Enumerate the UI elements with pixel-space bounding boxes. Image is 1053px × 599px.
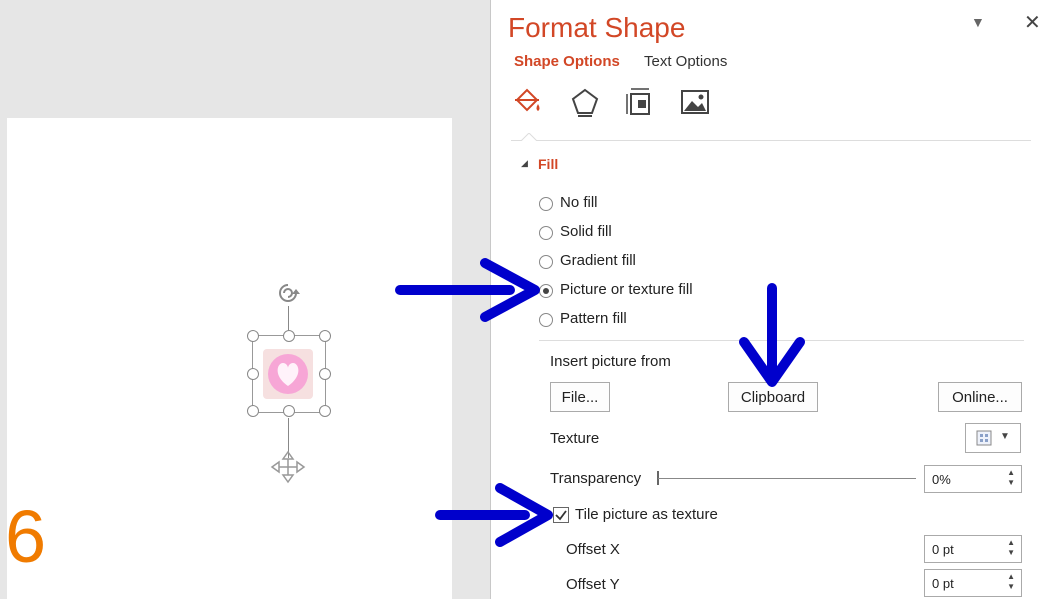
resize-handle-tl[interactable]	[247, 330, 259, 342]
transparency-input[interactable]: 0% ▲ ▼	[924, 465, 1022, 493]
tab-text-options[interactable]: Text Options	[644, 53, 727, 70]
resize-handle-b[interactable]	[283, 405, 295, 417]
online-button[interactable]: Online...	[938, 382, 1022, 412]
picture-icon[interactable]	[679, 86, 711, 118]
divider	[511, 140, 1031, 141]
selected-tab-notch	[521, 133, 537, 141]
offset-y-value: 0 pt	[932, 576, 954, 591]
move-icon[interactable]	[270, 450, 306, 484]
fill-line-icon[interactable]	[511, 86, 543, 118]
spinner-icon[interactable]: ▲ ▼	[1007, 572, 1015, 592]
texture-swatch-icon	[976, 430, 992, 446]
annotation-arrow-down	[739, 283, 805, 387]
resize-handle-t[interactable]	[283, 330, 295, 342]
label-picture-fill[interactable]: Picture or texture fill	[560, 281, 693, 298]
fill-section-header[interactable]: Fill	[538, 156, 558, 172]
label-solid-fill[interactable]: Solid fill	[560, 223, 612, 240]
effects-icon[interactable]	[569, 86, 601, 118]
spinner-icon[interactable]: ▲ ▼	[1007, 538, 1015, 558]
annotation-arrow-right	[435, 483, 553, 547]
file-button[interactable]: File...	[550, 382, 610, 412]
offset-y-input[interactable]: 0 pt ▲ ▼	[924, 569, 1022, 597]
close-icon[interactable]: ✕	[1024, 10, 1041, 35]
texture-dropdown[interactable]: ▼	[965, 423, 1021, 453]
annotation-arrow-right	[395, 258, 540, 322]
label-gradient-fill[interactable]: Gradient fill	[560, 252, 636, 269]
rotate-icon[interactable]	[276, 281, 300, 305]
offset-x-input[interactable]: 0 pt ▲ ▼	[924, 535, 1022, 563]
tab-shape-options[interactable]: Shape Options	[514, 53, 620, 70]
step-number: 6	[5, 495, 47, 578]
label-no-fill[interactable]: No fill	[560, 194, 598, 211]
resize-handle-bl[interactable]	[247, 405, 259, 417]
spinner-icon[interactable]: ▲ ▼	[1007, 468, 1015, 488]
offset-x-label: Offset X	[566, 541, 620, 558]
size-properties-icon[interactable]	[624, 86, 656, 118]
resize-handle-tr[interactable]	[319, 330, 331, 342]
chevron-down-icon: ▼	[1000, 431, 1010, 442]
insert-picture-label: Insert picture from	[550, 353, 671, 370]
collapse-icon[interactable]: ◢	[521, 158, 528, 169]
tile-label[interactable]: Tile picture as texture	[575, 506, 718, 523]
panel-menu-icon[interactable]: ▼	[971, 14, 985, 30]
offset-x-value: 0 pt	[932, 542, 954, 557]
resize-handle-br[interactable]	[319, 405, 331, 417]
offset-y-label: Offset Y	[566, 576, 620, 593]
transparency-value: 0%	[932, 472, 951, 487]
texture-label: Texture	[550, 430, 600, 447]
resize-handle-l[interactable]	[247, 368, 259, 380]
transparency-label: Transparency	[550, 470, 642, 487]
radio-solid-fill[interactable]	[539, 226, 553, 240]
radio-no-fill[interactable]	[539, 197, 553, 211]
resize-handle-r[interactable]	[319, 368, 331, 380]
transparency-slider[interactable]	[658, 478, 916, 479]
heart-icon	[268, 354, 308, 394]
heart-shape[interactable]	[263, 349, 313, 399]
slide[interactable]	[7, 118, 452, 599]
label-pattern-fill[interactable]: Pattern fill	[560, 310, 627, 327]
panel-title: Format Shape	[508, 12, 686, 43]
